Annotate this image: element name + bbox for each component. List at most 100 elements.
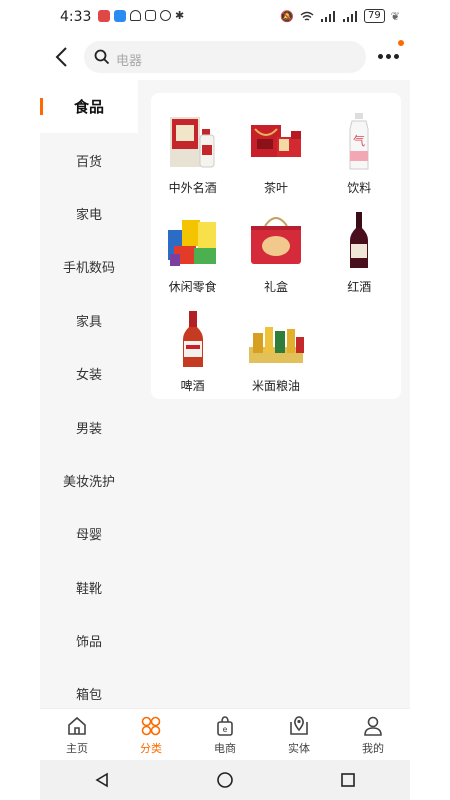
subcategory-red-wine[interactable]: 红酒: [318, 210, 401, 295]
circle-home-icon: [217, 772, 233, 788]
subcategory-label: 米面粮油: [251, 379, 300, 393]
category-sidebar: 食品 百货 家电 手机数码 家具 女装 男装 美妆洗护 母婴 鞋靴 饰品 箱包: [40, 80, 138, 708]
sidebar-item-label: 手机数码: [62, 261, 115, 277]
beer-bottle-icon: [182, 311, 203, 367]
signal-icon-2: [343, 10, 358, 22]
system-status-icons: 🔕 79 ❦: [280, 9, 400, 23]
more-dot-icon: [378, 54, 383, 59]
tea-gift-box-icon: [250, 125, 301, 157]
subcategory-label: 啤酒: [180, 379, 205, 393]
tab-home[interactable]: 主页: [40, 709, 114, 761]
sidebar-item-baby[interactable]: 母婴: [40, 507, 138, 560]
subcategory-snacks[interactable]: 休闲零食: [151, 210, 234, 295]
notification-icons: ✱: [98, 10, 184, 22]
shopping-bag-icon: e: [217, 716, 233, 736]
nfc-icon: [145, 10, 156, 21]
sidebar-item-label: 箱包: [75, 688, 102, 704]
mute-icon: 🔕: [280, 9, 295, 23]
sidebar-item-furniture[interactable]: 家具: [40, 294, 138, 347]
signal-icon-1: [321, 10, 336, 22]
more-options-button[interactable]: [378, 40, 404, 62]
sidebar-item-accessories[interactable]: 饰品: [40, 614, 138, 667]
sidebar-item-label: 母婴: [75, 528, 102, 544]
user-icon: [364, 716, 382, 736]
sidebar-item-label: 家电: [75, 207, 102, 223]
sidebar-item-food[interactable]: 食品: [40, 80, 138, 134]
sidebar-item-appliances[interactable]: 家电: [40, 187, 138, 240]
snacks-pile-icon: [167, 220, 216, 266]
sidebar-item-mens-wear[interactable]: 男装: [40, 400, 138, 453]
tab-label: 主页: [66, 742, 88, 755]
subcategory-gift-box[interactable]: 礼盒: [234, 210, 317, 295]
sidebar-item-label: 饰品: [75, 635, 102, 651]
red-wine-icon: [350, 212, 369, 268]
subcategory-drinks[interactable]: 气 饮料: [318, 111, 401, 196]
alarm-icon: [160, 10, 171, 21]
leaf-icon: ❦: [390, 9, 400, 23]
notification-red-icon: [98, 10, 110, 22]
subcategory-liquor[interactable]: 中外名酒: [151, 111, 234, 196]
tab-label: 电商: [214, 742, 236, 755]
sidebar-item-label: 美妆洗护: [62, 474, 115, 490]
search-input[interactable]: [114, 49, 348, 73]
status-bar: 4:33 ✱ 🔕 79 ❦: [40, 0, 410, 34]
subcategory-label: 中外名酒: [168, 181, 217, 195]
more-dot-icon: [386, 54, 391, 59]
battery-indicator: 79: [364, 9, 385, 23]
more-dot-icon: [394, 54, 399, 59]
back-arrow-icon[interactable]: [54, 46, 70, 68]
subcategory-label: 礼盒: [263, 280, 288, 294]
nav-home-button[interactable]: [205, 765, 245, 795]
subcategory-label: 红酒: [347, 280, 372, 294]
tab-label: 分类: [140, 742, 162, 755]
tab-category[interactable]: 分类: [114, 709, 188, 761]
subcategory-beer[interactable]: 啤酒: [151, 309, 234, 394]
sidebar-item-digital[interactable]: 手机数码: [40, 240, 138, 293]
tab-physical-store[interactable]: 实体: [262, 709, 336, 761]
triangle-back-icon: [95, 772, 108, 788]
subcategory-label: 饮料: [347, 181, 372, 195]
subcategory-tea[interactable]: 茶叶: [234, 111, 317, 196]
sidebar-item-label: 女装: [75, 368, 102, 384]
app-screen: 4:33 ✱ 🔕 79 ❦ 电器 食品 百货 家电 手机数码 家具 女装 男装 …: [40, 0, 410, 800]
search-icon: [94, 49, 110, 65]
svg-text:气: 气: [353, 133, 365, 148]
tab-profile[interactable]: 我的: [336, 709, 410, 761]
sidebar-item-label: 食品: [73, 98, 104, 117]
sidebar-item-label: 鞋靴: [75, 581, 102, 597]
sidebar-item-beauty[interactable]: 美妆洗护: [40, 454, 138, 507]
subcategory-label: 休闲零食: [168, 280, 217, 294]
svg-text:e: e: [223, 725, 228, 734]
subcategory-grid: 中外名酒 茶叶 气 饮料 休闲零食 礼盒 红酒 啤酒 米面粮油: [151, 111, 401, 394]
search-header: [40, 34, 410, 81]
square-recents-icon: [341, 773, 356, 787]
bottom-tab-bar: 主页 分类 e 电商 实体 我的: [40, 708, 410, 761]
headphones-icon: [130, 10, 141, 21]
tab-label: 我的: [362, 742, 384, 755]
notification-blue-icon: [114, 10, 126, 22]
sidebar-item-shoes[interactable]: 鞋靴: [40, 561, 138, 614]
tab-ecommerce[interactable]: e 电商: [188, 709, 262, 761]
system-navigation-bar: [40, 760, 410, 800]
grain-oil-icon: [248, 327, 304, 363]
sidebar-item-bags[interactable]: 箱包: [40, 667, 138, 708]
nav-back-button[interactable]: [82, 765, 122, 795]
category-icon: [141, 716, 161, 736]
sidebar-item-label: 百货: [75, 154, 102, 170]
nav-recents-button[interactable]: [328, 765, 368, 795]
wifi-icon: [300, 11, 314, 21]
subcategory-card: 中外名酒 茶叶 气 饮料 休闲零食 礼盒 红酒 啤酒 米面粮油: [151, 93, 401, 399]
sidebar-item-womens-wear[interactable]: 女装: [40, 347, 138, 400]
sidebar-item-label: 家具: [75, 314, 102, 330]
sidebar-item-label: 男装: [75, 421, 102, 437]
notification-dot-icon: [398, 40, 404, 46]
category-content: 中外名酒 茶叶 气 饮料 休闲零食 礼盒 红酒 啤酒 米面粮油: [138, 80, 410, 708]
bluetooth-icon: ✱: [175, 9, 185, 22]
gift-box-icon: [250, 217, 301, 264]
subcategory-label: 茶叶: [263, 181, 288, 195]
home-icon: [68, 716, 86, 735]
subcategory-grain-oil[interactable]: 米面粮油: [234, 309, 317, 394]
search-bar[interactable]: [84, 41, 366, 73]
sidebar-item-general-merchandise[interactable]: 百货: [40, 133, 138, 186]
beverage-bottle-icon: 气: [349, 113, 369, 170]
